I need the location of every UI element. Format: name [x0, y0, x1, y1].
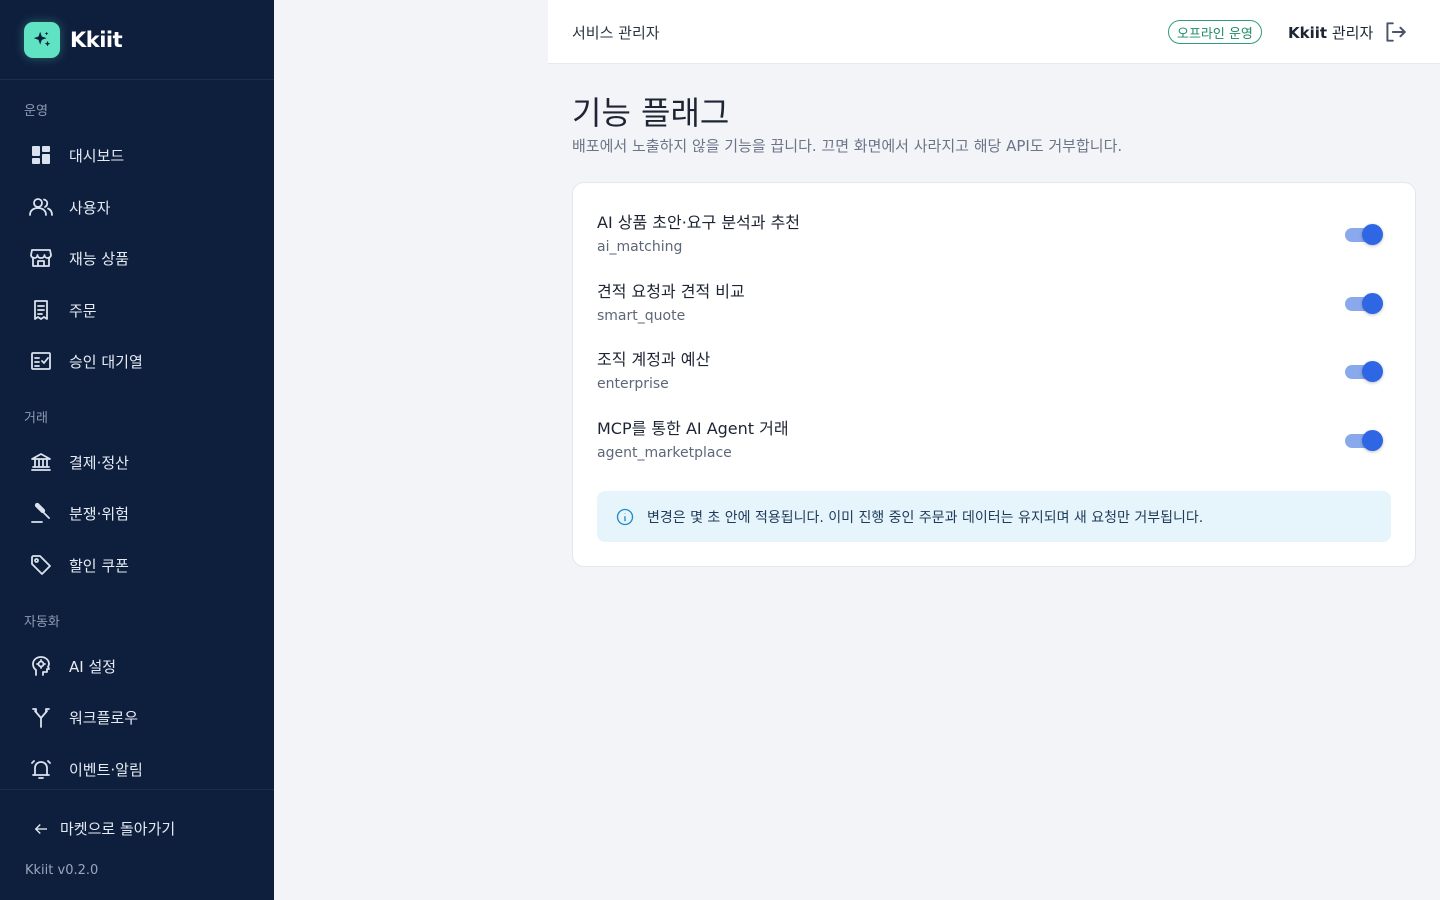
admin-name: Kkiit 관리자	[1288, 22, 1373, 43]
sidebar-item-label: 이벤트·알림	[69, 760, 143, 779]
page-subtitle: 배포에서 노출하지 않을 기능을 끕니다. 끄면 화면에서 사라지고 해당 AP…	[572, 137, 1123, 155]
feature-flags-card: AI 상품 초안·요구 분석과 추천 ai_matching 견적 요청과 견적…	[572, 182, 1416, 567]
sidebar-item-dashboard[interactable]: 대시보드	[28, 140, 124, 170]
flag-key: smart_quote	[597, 308, 686, 324]
section-label-transactions: 거래	[24, 411, 48, 426]
sidebar-item-workflow[interactable]: 워크플로우	[28, 702, 138, 732]
flag-row: 조직 계정과 예산 enterprise	[597, 346, 1397, 406]
sidebar-item-label: 승인 대기열	[69, 352, 143, 371]
sidebar-item-payments[interactable]: 결제·정산	[28, 447, 129, 477]
sparkle-logo-icon	[24, 21, 60, 58]
sidebar-item-events[interactable]: 이벤트·알림	[28, 754, 143, 784]
flag-row: 견적 요청과 견적 비교 smart_quote	[597, 278, 1397, 338]
approval-queue-icon	[28, 348, 54, 374]
back-to-market-link[interactable]: 마켓으로 돌아가기	[32, 818, 175, 839]
admin-role: 관리자	[1331, 24, 1374, 42]
sidebar-item-label: 사용자	[69, 198, 111, 217]
top-header: 서비스 관리자 오프라인 운영 Kkiit 관리자	[548, 0, 1440, 64]
sidebar-item-ai-settings[interactable]: AI 설정	[28, 651, 116, 681]
info-notice: 변경은 몇 초 안에 적용됩니다. 이미 진행 중인 주문과 데이터는 유지되며…	[597, 491, 1391, 542]
sidebar-item-label: AI 설정	[69, 657, 117, 676]
ai-brain-icon	[28, 653, 54, 679]
toggle-thumb	[1362, 361, 1383, 382]
toggle-thumb	[1362, 293, 1383, 314]
sidebar: Kkiit 운영 대시보드 사용자 재능 상품 주문 승인 대기열 거래 결제·…	[0, 0, 274, 900]
status-badge: 오프라인 운영	[1168, 20, 1262, 44]
flag-row: AI 상품 초안·요구 분석과 추천 ai_matching	[597, 209, 1397, 269]
users-icon	[28, 194, 54, 220]
version-label: Kkiit v0.2.0	[25, 863, 99, 878]
brand-name: Kkiit	[70, 27, 123, 52]
sidebar-item-label: 할인 쿠폰	[69, 556, 129, 575]
storefront-icon	[28, 245, 54, 271]
sidebar-item-label: 재능 상품	[69, 249, 129, 268]
flag-name: AI 상품 초안·요구 분석과 추천	[597, 213, 801, 232]
page-title: 기능 플래그	[572, 94, 730, 132]
sidebar-item-label: 워크플로우	[69, 708, 139, 727]
header-title: 서비스 관리자	[572, 24, 660, 42]
alarm-bell-icon	[28, 756, 54, 782]
toggle-thumb	[1362, 224, 1383, 245]
info-text: 변경은 몇 초 안에 적용됩니다. 이미 진행 중인 주문과 데이터는 유지되며…	[647, 509, 1204, 526]
sidebar-item-products[interactable]: 재능 상품	[28, 243, 129, 273]
sidebar-item-coupons[interactable]: 할인 쿠폰	[28, 550, 129, 580]
flag-key: agent_marketplace	[597, 445, 732, 461]
flag-name: MCP를 통한 AI Agent 거래	[597, 419, 789, 438]
flag-toggle-ai-matching[interactable]	[1345, 223, 1383, 245]
flag-name: 조직 계정과 예산	[597, 350, 711, 369]
flag-key: enterprise	[597, 376, 669, 392]
flag-toggle-smart-quote[interactable]	[1345, 292, 1383, 314]
flag-row: MCP를 통한 AI Agent 거래 agent_marketplace	[597, 415, 1397, 475]
sidebar-item-label: 주문	[69, 301, 97, 320]
toggle-thumb	[1362, 430, 1383, 451]
sidebar-item-label: 분쟁·위험	[69, 504, 129, 523]
flag-toggle-enterprise[interactable]	[1345, 360, 1383, 382]
logout-icon[interactable]	[1382, 19, 1408, 49]
section-label-automation: 자동화	[24, 615, 60, 630]
dashboard-icon	[28, 142, 54, 168]
bank-icon	[28, 449, 54, 475]
sidebar-item-orders[interactable]: 주문	[28, 295, 97, 325]
flag-key: ai_matching	[597, 239, 683, 255]
back-to-market-label: 마켓으로 돌아가기	[60, 820, 176, 838]
workflow-icon	[28, 704, 54, 730]
brand[interactable]: Kkiit	[0, 0, 274, 80]
admin-brand: Kkiit	[1288, 24, 1328, 42]
sidebar-item-disputes[interactable]: 분쟁·위험	[28, 498, 129, 528]
arrow-left-icon	[34, 823, 47, 834]
flag-toggle-agent-marketplace[interactable]	[1345, 429, 1383, 451]
sidebar-item-users[interactable]: 사용자	[28, 192, 110, 222]
flag-name: 견적 요청과 견적 비교	[597, 282, 745, 301]
sidebar-footer: 마켓으로 돌아가기 Kkiit v0.2.0	[0, 789, 274, 900]
tag-icon	[28, 552, 54, 578]
sidebar-item-label: 결제·정산	[69, 453, 129, 472]
sidebar-item-approval-queue[interactable]: 승인 대기열	[28, 346, 143, 376]
receipt-icon	[28, 297, 54, 323]
gavel-icon	[28, 500, 54, 526]
sidebar-item-label: 대시보드	[69, 146, 125, 165]
section-label-operations: 운영	[24, 104, 48, 119]
info-icon	[616, 508, 634, 525]
